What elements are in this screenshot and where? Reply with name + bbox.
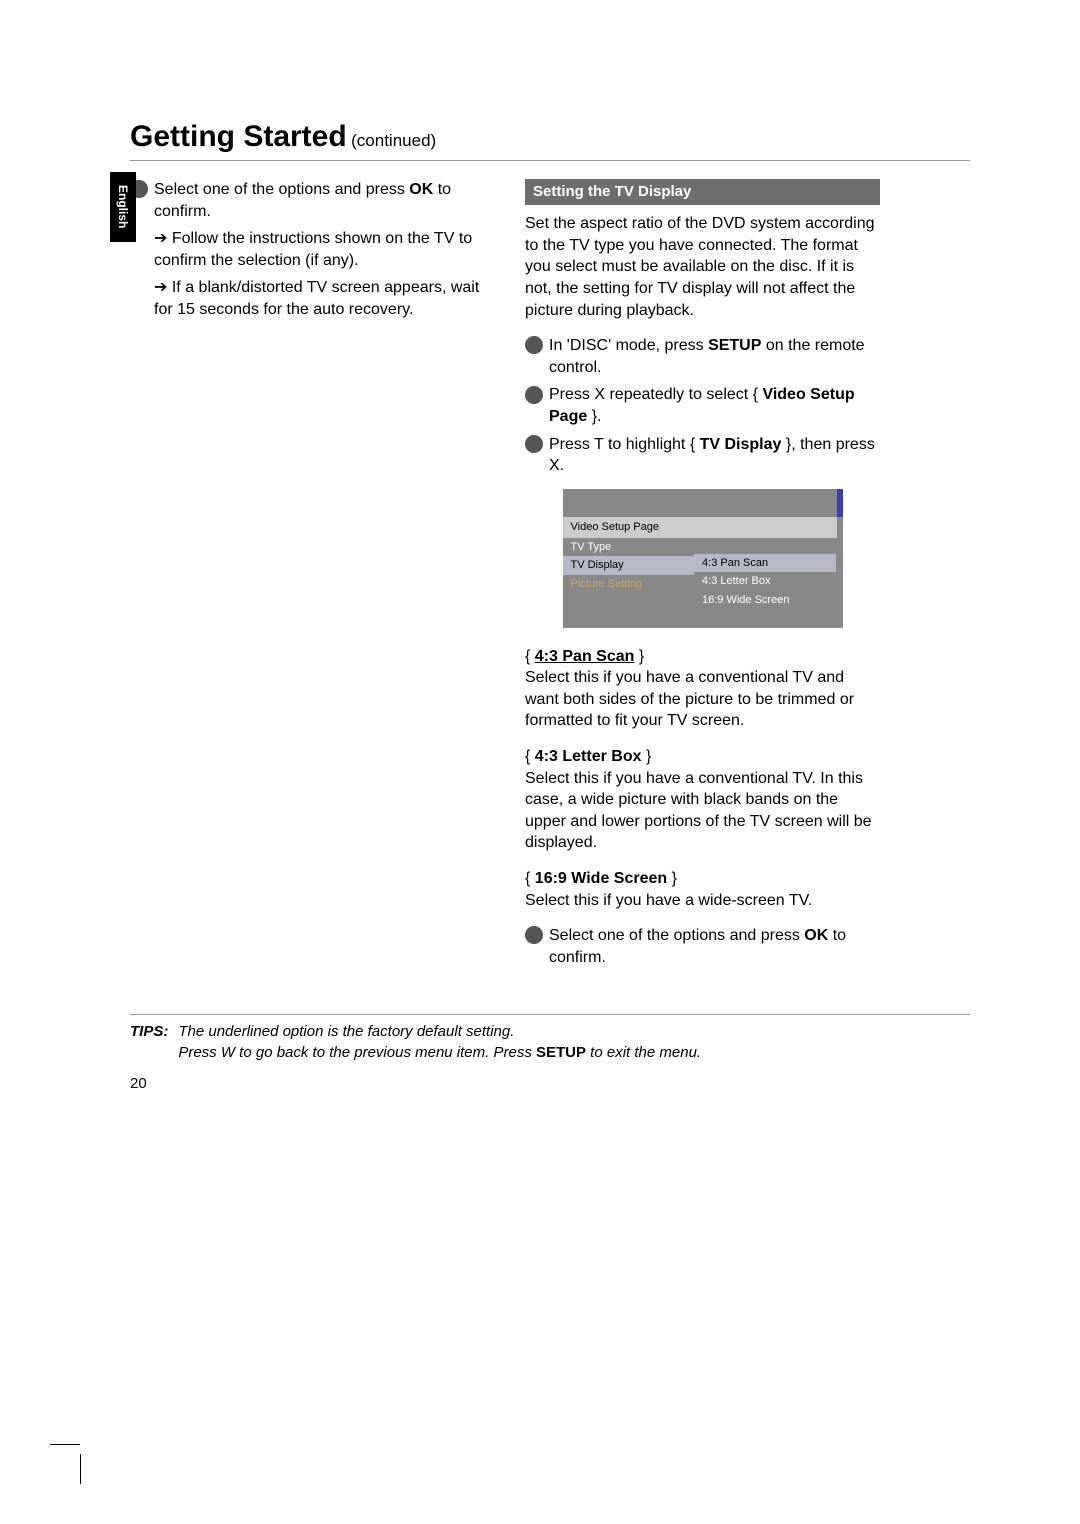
language-tab: English — [110, 172, 136, 242]
tips-line2-b: to exit the menu. — [586, 1044, 701, 1061]
step2-a: Press X repeatedly to select { — [549, 386, 762, 403]
osd-item-picture-setting: Picture Setting — [563, 575, 695, 594]
step-number-icon: 3 — [525, 435, 543, 453]
step-number-icon: 1 — [525, 336, 543, 354]
page-number: 20 — [130, 1075, 970, 1092]
osd-item-tv-type: TV Type — [563, 538, 695, 557]
arrow-icon: ➔ — [154, 279, 172, 296]
osd-top-bar — [563, 489, 843, 517]
page-title: Getting Started (continued) — [130, 120, 970, 161]
tv-display-label: TV Display — [700, 436, 782, 453]
setup-label: SETUP — [708, 337, 761, 354]
arrow2-text: If a blank/distorted TV screen appears, … — [154, 279, 479, 318]
content-columns: 4Select one of the options and press OK … — [130, 179, 970, 974]
step-2: 2Press X repeatedly to select { Video Se… — [525, 384, 880, 427]
step4-text-a: Select one of the options and press — [154, 181, 409, 198]
step-number-icon: 4 — [525, 926, 543, 944]
letter-box-label: 4:3 Letter Box — [535, 748, 642, 765]
right-column: Setting the TV Display Set the aspect ra… — [525, 179, 880, 974]
step-number-icon: 2 — [525, 386, 543, 404]
osd-right-list: 4:3 Pan Scan 4:3 Letter Box 16:9 Wide Sc… — [694, 538, 836, 628]
osd-screenshot: Video Setup Page TV Type TV Display Pict… — [563, 489, 843, 628]
osd-left-list: TV Type TV Display Picture Setting — [563, 538, 695, 628]
osd-item-pan-scan: 4:3 Pan Scan — [694, 554, 836, 573]
osd-item-letter-box: 4:3 Letter Box — [694, 572, 836, 591]
osd-item-tv-display: TV Display — [563, 556, 695, 575]
option-pan-scan: { 4:3 Pan Scan } Select this if you have… — [525, 646, 880, 732]
step4r-a: Select one of the options and press — [549, 927, 804, 944]
section-header-tv-display: Setting the TV Display — [525, 179, 880, 205]
tips-footer: TIPS: The underlined option is the facto… — [130, 1014, 970, 1063]
title-main: Getting Started — [130, 120, 347, 153]
intro-paragraph: Set the aspect ratio of the DVD system a… — [525, 213, 880, 321]
left-column: 4Select one of the options and press OK … — [130, 179, 485, 974]
step3-a: Press T to highlight { — [549, 436, 700, 453]
tips-line1: The underlined option is the factory def… — [178, 1023, 514, 1040]
letter-box-text: Select this if you have a conventional T… — [525, 770, 872, 852]
osd-title: Video Setup Page — [563, 517, 843, 538]
arrow-icon: ➔ — [154, 230, 172, 247]
follow-instruction: ➔ Follow the instructions shown on the T… — [130, 228, 485, 271]
option-wide-screen: { 16:9 Wide Screen } Select this if you … — [525, 868, 880, 911]
tips-label: TIPS: — [130, 1021, 168, 1063]
step2-b: }. — [587, 408, 601, 425]
crop-mark-icon — [60, 1444, 100, 1484]
wide-screen-text: Select this if you have a wide-screen TV… — [525, 892, 812, 909]
pan-scan-label: 4:3 Pan Scan — [535, 648, 635, 665]
title-sub: (continued) — [351, 131, 436, 150]
ok-label: OK — [409, 181, 433, 198]
osd-body: TV Type TV Display Picture Setting 4:3 P… — [563, 538, 843, 628]
blank-screen-note: ➔ If a blank/distorted TV screen appears… — [130, 277, 485, 320]
step1-a: In 'DISC' mode, press — [549, 337, 708, 354]
arrow1-text: Follow the instructions shown on the TV … — [154, 230, 472, 269]
option-letter-box: { 4:3 Letter Box } Select this if you ha… — [525, 746, 880, 854]
setup-label: SETUP — [536, 1044, 586, 1061]
osd-item-wide-screen: 16:9 Wide Screen — [694, 591, 836, 610]
wide-screen-label: 16:9 Wide Screen — [535, 870, 667, 887]
step-4-left: 4Select one of the options and press OK … — [130, 179, 485, 222]
tips-line2-a: Press W to go back to the previous menu … — [178, 1044, 536, 1061]
step-3: 3Press T to highlight { TV Display }, th… — [525, 434, 880, 477]
manual-page: English Getting Started (continued) 4Sel… — [0, 0, 1080, 1524]
ok-label: OK — [804, 927, 828, 944]
step-4-right: 4Select one of the options and press OK … — [525, 925, 880, 968]
step-1: 1In 'DISC' mode, press SETUP on the remo… — [525, 335, 880, 378]
pan-scan-text: Select this if you have a conventional T… — [525, 669, 854, 729]
